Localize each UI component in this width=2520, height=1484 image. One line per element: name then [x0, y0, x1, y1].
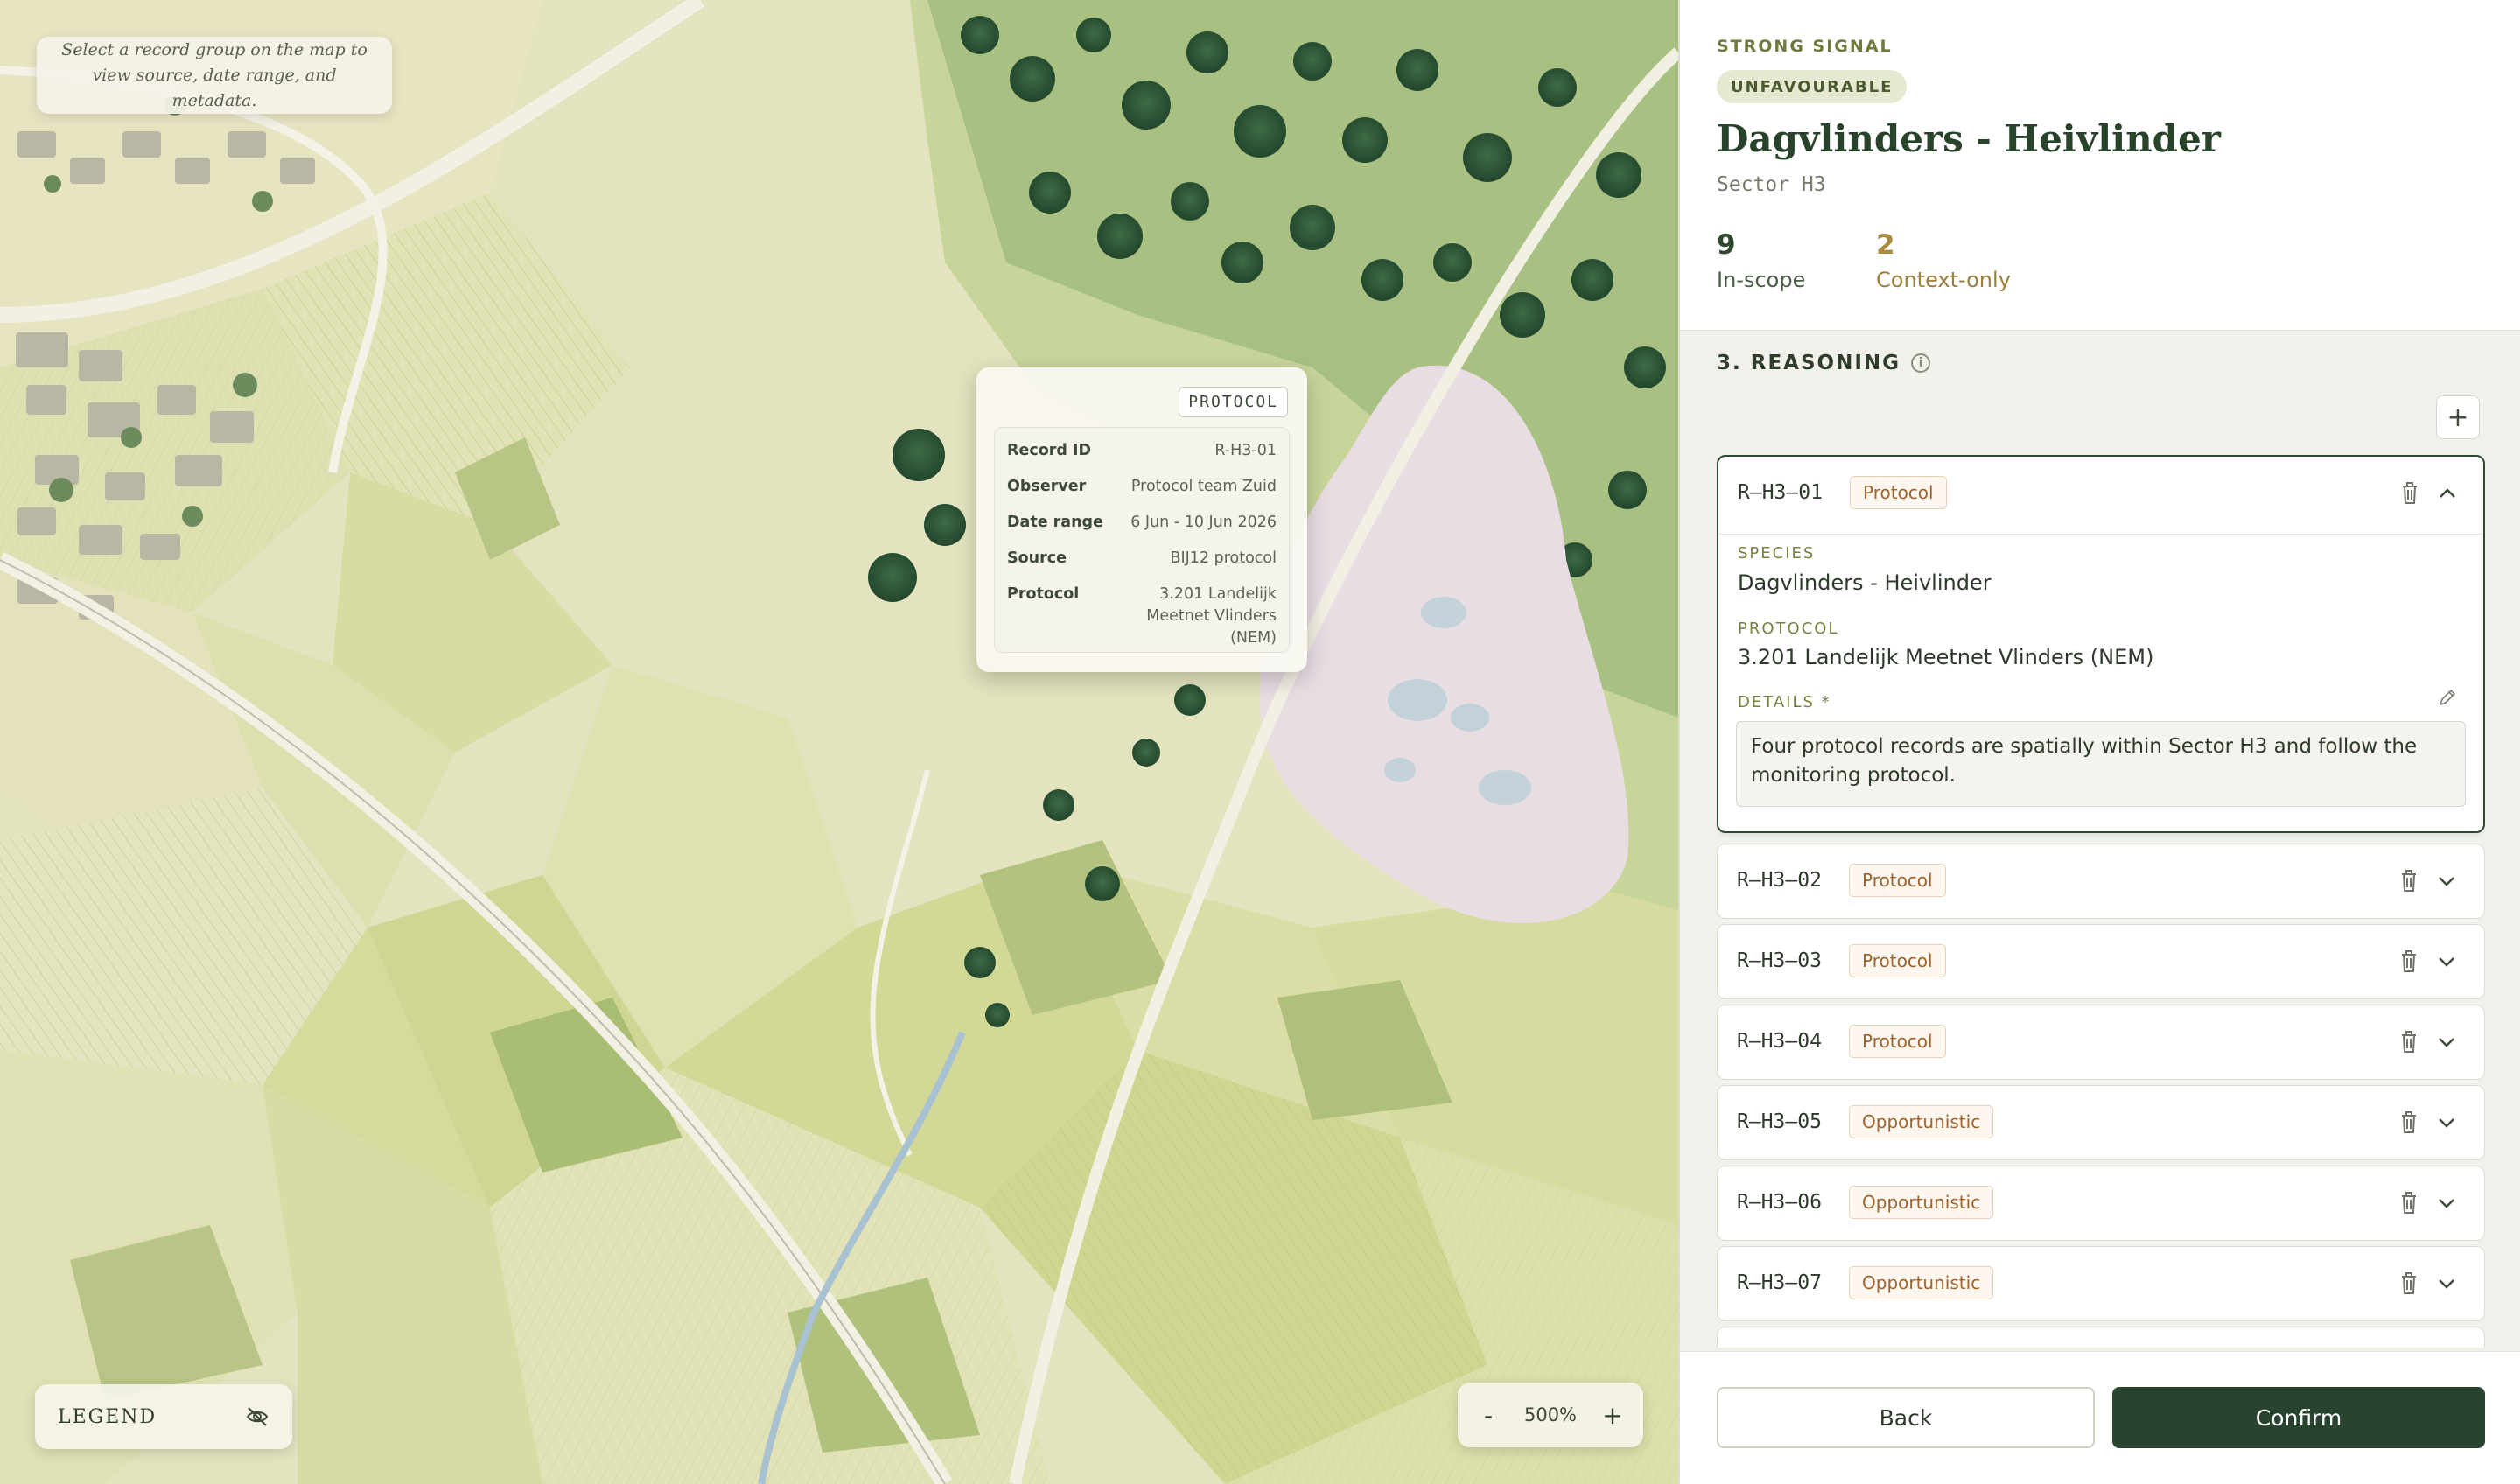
record-type-badge: Opportunistic — [1849, 1105, 1994, 1138]
record-popup[interactable]: PROTOCOL Record ID R-H3-01 Observer Prot… — [976, 368, 1307, 672]
chevron-down-icon[interactable] — [2437, 1033, 2456, 1051]
popup-key: Record ID — [1007, 442, 1092, 459]
eye-off-icon[interactable] — [245, 1406, 270, 1427]
record-id: R–H3–05 — [1737, 1110, 1822, 1133]
record-divider — [1718, 534, 2483, 535]
trash-icon[interactable] — [2398, 1109, 2419, 1135]
details-label: DETAILS * — [1738, 693, 1831, 711]
record-list[interactable]: R–H3–01 Protocol SPECIES Dagvlinders - H… — [1717, 455, 2485, 1348]
chevron-down-icon[interactable] — [2437, 953, 2456, 970]
popup-value: Protocol team Zuid — [1130, 478, 1277, 495]
info-icon[interactable]: i — [1911, 354, 1931, 373]
trash-icon[interactable] — [2398, 1270, 2419, 1296]
chevron-down-icon[interactable] — [2437, 872, 2456, 890]
map-hint-text: Select a record group on the map to view… — [61, 39, 368, 110]
map-hint-tooltip: Select a record group on the map to view… — [37, 37, 392, 114]
record-type-badge: Protocol — [1849, 944, 1946, 977]
popup-row-record-id: Record ID R-H3-01 — [1007, 440, 1277, 462]
trash-icon[interactable] — [2398, 1028, 2419, 1054]
record-item-r-h3-02[interactable]: R–H3–02 Protocol — [1717, 844, 2485, 919]
popup-value: R-H3-01 — [1214, 442, 1277, 459]
record-item-partial[interactable] — [1717, 1326, 2485, 1348]
add-record-button[interactable]: + — [2436, 396, 2480, 439]
popup-key: Protocol — [1007, 585, 1080, 603]
back-button[interactable]: Back — [1717, 1387, 2095, 1448]
popup-key: Date range — [1007, 514, 1103, 531]
panel-footer: Back Confirm — [1680, 1351, 2520, 1484]
chevron-up-icon[interactable] — [2438, 485, 2457, 502]
trash-icon[interactable] — [2398, 1189, 2419, 1215]
stat-context-only: 2 Context-only — [1876, 229, 2011, 296]
details-panel: STRONG SIGNAL UNFAVOURABLE Dagvlinders -… — [1678, 0, 2520, 1484]
record-id: R–H3–02 — [1737, 869, 1822, 892]
chevron-down-icon[interactable] — [2437, 1114, 2456, 1131]
trash-icon[interactable] — [2399, 480, 2420, 506]
popup-type-tag: PROTOCOL — [1179, 387, 1288, 417]
stat-value: 9 — [1717, 229, 1736, 261]
section-title: 3. REASONING — [1717, 352, 1901, 374]
species-value: Dagvlinders - Heivlinder — [1738, 570, 1992, 595]
record-id: R–H3–01 — [1738, 481, 1823, 504]
record-type-badge: Protocol — [1849, 1025, 1946, 1058]
record-type-badge: Protocol — [1850, 476, 1947, 509]
stat-value: 2 — [1876, 229, 1895, 261]
record-item-r-h3-05[interactable]: R–H3–05 Opportunistic — [1717, 1085, 2485, 1160]
zoom-in-button[interactable]: + — [1601, 1401, 1624, 1430]
sector-subtitle: Sector H3 — [1717, 173, 1826, 196]
confirm-button[interactable]: Confirm — [2112, 1387, 2485, 1448]
record-id: R–H3–06 — [1737, 1191, 1822, 1214]
stat-label: Context-only — [1876, 268, 2011, 292]
zoom-control: - 500% + — [1458, 1382, 1643, 1447]
record-id: R–H3–04 — [1737, 1030, 1822, 1053]
record-item-r-h3-04[interactable]: R–H3–04 Protocol — [1717, 1004, 2485, 1080]
section-heading: 3. REASONING i — [1717, 352, 1931, 374]
record-item-r-h3-07[interactable]: R–H3–07 Opportunistic — [1717, 1246, 2485, 1321]
popup-row-protocol: Protocol 3.201 Landelijk Meetnet Vlinder… — [1007, 584, 1277, 649]
popup-row-date-range: Date range 6 Jun - 10 Jun 2026 — [1007, 512, 1277, 534]
status-badge: UNFAVOURABLE — [1717, 70, 1908, 103]
aerial-map[interactable] — [0, 0, 1678, 1484]
popup-metadata-card: Record ID R-H3-01 Observer Protocol team… — [994, 427, 1290, 653]
zoom-out-button[interactable]: - — [1477, 1401, 1500, 1430]
zoom-level: 500% — [1523, 1404, 1578, 1425]
record-item-r-h3-01[interactable]: R–H3–01 Protocol SPECIES Dagvlinders - H… — [1717, 455, 2485, 833]
map-view[interactable]: Select a record group on the map to view… — [0, 0, 1678, 1484]
protocol-value: 3.201 Landelijk Meetnet Vlinders (NEM) — [1738, 645, 2154, 669]
popup-row-source: Source BIJ12 protocol — [1007, 548, 1277, 570]
record-item-r-h3-06[interactable]: R–H3–06 Opportunistic — [1717, 1166, 2485, 1241]
legend-toggle[interactable]: LEGEND — [35, 1384, 292, 1449]
signal-strength-label: STRONG SIGNAL — [1717, 37, 1893, 56]
record-type-badge: Protocol — [1849, 864, 1946, 897]
chevron-down-icon[interactable] — [2437, 1275, 2456, 1292]
species-label: SPECIES — [1738, 544, 1816, 563]
popup-key: Observer — [1007, 478, 1087, 495]
record-type-badge: Opportunistic — [1849, 1266, 1994, 1299]
trash-icon[interactable] — [2398, 867, 2419, 893]
pencil-icon[interactable] — [2438, 688, 2457, 707]
protocol-label: PROTOCOL — [1738, 620, 1839, 638]
popup-value: 3.201 Landelijk Meetnet Vlinders (NEM) — [1146, 585, 1277, 647]
record-id: R–H3–03 — [1737, 949, 1822, 972]
details-textarea[interactable]: Four protocol records are spatially with… — [1736, 721, 2466, 807]
record-type-badge: Opportunistic — [1849, 1186, 1994, 1219]
legend-label: LEGEND — [58, 1405, 158, 1428]
stat-in-scope: 9 In-scope — [1717, 229, 1805, 296]
page-title: Dagvlinders - Heivlinder — [1717, 117, 2221, 160]
popup-key: Source — [1007, 550, 1067, 567]
trash-icon[interactable] — [2398, 948, 2419, 974]
panel-header: STRONG SIGNAL UNFAVOURABLE Dagvlinders -… — [1680, 0, 2520, 331]
chevron-down-icon[interactable] — [2437, 1194, 2456, 1212]
stat-label: In-scope — [1717, 268, 1806, 292]
popup-row-observer: Observer Protocol team Zuid — [1007, 476, 1277, 498]
popup-value: 6 Jun - 10 Jun 2026 — [1130, 514, 1277, 531]
record-id: R–H3–07 — [1737, 1271, 1822, 1294]
record-item-r-h3-03[interactable]: R–H3–03 Protocol — [1717, 924, 2485, 999]
popup-value: BIJ12 protocol — [1170, 550, 1277, 567]
